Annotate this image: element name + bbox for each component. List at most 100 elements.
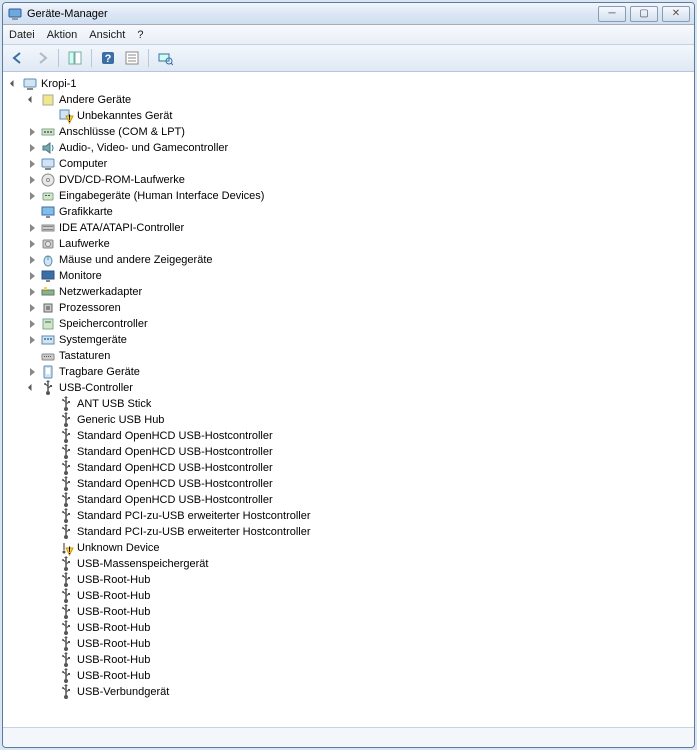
tree-node[interactable]: Unbekanntes Gerät bbox=[5, 108, 692, 124]
usb-icon bbox=[58, 444, 74, 460]
expand-arrow-icon[interactable] bbox=[27, 287, 38, 298]
tree-node[interactable]: Netzwerkadapter bbox=[5, 284, 692, 300]
expand-arrow-icon[interactable] bbox=[27, 159, 38, 170]
tree-node[interactable]: IDE ATA/ATAPI-Controller bbox=[5, 220, 692, 236]
usb-icon bbox=[58, 556, 74, 572]
usb-icon bbox=[58, 588, 74, 604]
tree-node[interactable]: USB-Massenspeichergerät bbox=[5, 556, 692, 572]
tree-node-label: Anschlüsse (COM & LPT) bbox=[59, 126, 185, 138]
expand-arrow-icon[interactable] bbox=[9, 79, 20, 90]
tree-node[interactable]: USB-Root-Hub bbox=[5, 668, 692, 684]
tree-node[interactable]: Andere Geräte bbox=[5, 92, 692, 108]
tree-spacer bbox=[45, 559, 56, 570]
expand-arrow-icon[interactable] bbox=[27, 303, 38, 314]
menu-file[interactable]: Datei bbox=[9, 29, 35, 41]
tree-node[interactable]: USB-Root-Hub bbox=[5, 572, 692, 588]
tree-node[interactable]: Standard PCI-zu-USB erweiterter Hostcont… bbox=[5, 524, 692, 540]
back-button[interactable] bbox=[7, 47, 29, 69]
mon-icon bbox=[40, 268, 56, 284]
expand-arrow-icon[interactable] bbox=[27, 239, 38, 250]
tree-node[interactable]: Tastaturen bbox=[5, 348, 692, 364]
tree-node[interactable]: Kropi-1 bbox=[5, 76, 692, 92]
tree-node-label: Mäuse und andere Zeigegeräte bbox=[59, 254, 213, 266]
properties-button[interactable] bbox=[121, 47, 143, 69]
usb-icon bbox=[58, 428, 74, 444]
tree-node[interactable]: Anschlüsse (COM & LPT) bbox=[5, 124, 692, 140]
scan-hardware-button[interactable] bbox=[154, 47, 176, 69]
tree-node[interactable]: Standard OpenHCD USB-Hostcontroller bbox=[5, 444, 692, 460]
tree-node-label: Andere Geräte bbox=[59, 94, 131, 106]
tree-node-label: Standard PCI-zu-USB erweiterter Hostcont… bbox=[77, 526, 311, 538]
titlebar[interactable]: Geräte-Manager ─ ▢ ✕ bbox=[3, 3, 694, 25]
expand-arrow-icon[interactable] bbox=[27, 319, 38, 330]
expand-arrow-icon[interactable] bbox=[27, 255, 38, 266]
tree-spacer bbox=[45, 399, 56, 410]
expand-arrow-icon[interactable] bbox=[27, 143, 38, 154]
expand-arrow-icon[interactable] bbox=[27, 383, 38, 394]
usbwarn-icon bbox=[58, 540, 74, 556]
tree-node[interactable]: Prozessoren bbox=[5, 300, 692, 316]
tree-node[interactable]: Monitore bbox=[5, 268, 692, 284]
tree-node-label: Grafikkarte bbox=[59, 206, 113, 218]
expand-arrow-icon[interactable] bbox=[27, 223, 38, 234]
expand-arrow-icon[interactable] bbox=[27, 191, 38, 202]
close-button[interactable]: ✕ bbox=[662, 6, 690, 22]
tree-node[interactable]: Speichercontroller bbox=[5, 316, 692, 332]
expand-arrow-icon[interactable] bbox=[27, 335, 38, 346]
tree-node-label: USB-Root-Hub bbox=[77, 606, 150, 618]
tree-node[interactable]: USB-Root-Hub bbox=[5, 588, 692, 604]
tree-node-label: Standard OpenHCD USB-Hostcontroller bbox=[77, 446, 273, 458]
disk-icon bbox=[40, 236, 56, 252]
mouse-icon bbox=[40, 252, 56, 268]
tree-node[interactable]: Standard OpenHCD USB-Hostcontroller bbox=[5, 428, 692, 444]
tree-node-label: Standard OpenHCD USB-Hostcontroller bbox=[77, 462, 273, 474]
maximize-button[interactable]: ▢ bbox=[630, 6, 658, 22]
expand-arrow-icon[interactable] bbox=[27, 271, 38, 282]
help-button[interactable]: ? bbox=[97, 47, 119, 69]
tree-node[interactable]: Mäuse und andere Zeigegeräte bbox=[5, 252, 692, 268]
tree-node[interactable]: Audio-, Video- und Gamecontroller bbox=[5, 140, 692, 156]
menu-view[interactable]: Ansicht bbox=[89, 29, 125, 41]
tree-spacer bbox=[45, 591, 56, 602]
usb-icon bbox=[58, 620, 74, 636]
tree-node[interactable]: Standard OpenHCD USB-Hostcontroller bbox=[5, 476, 692, 492]
tree-node-label: Kropi-1 bbox=[41, 78, 76, 90]
tree-node-label: Audio-, Video- und Gamecontroller bbox=[59, 142, 228, 154]
tree-node-label: USB-Massenspeichergerät bbox=[77, 558, 208, 570]
tree-node[interactable]: Eingabegeräte (Human Interface Devices) bbox=[5, 188, 692, 204]
tree-node[interactable]: Standard PCI-zu-USB erweiterter Hostcont… bbox=[5, 508, 692, 524]
expand-arrow-icon[interactable] bbox=[27, 367, 38, 378]
tree-node[interactable]: Tragbare Geräte bbox=[5, 364, 692, 380]
menu-action[interactable]: Aktion bbox=[47, 29, 78, 41]
usb-icon bbox=[58, 396, 74, 412]
tree-node[interactable]: Unknown Device bbox=[5, 540, 692, 556]
tree-node[interactable]: DVD/CD-ROM-Laufwerke bbox=[5, 172, 692, 188]
menu-help[interactable]: ? bbox=[137, 29, 143, 41]
tree-node[interactable]: USB-Controller bbox=[5, 380, 692, 396]
tree-node[interactable]: Computer bbox=[5, 156, 692, 172]
tree-node[interactable]: Grafikkarte bbox=[5, 204, 692, 220]
tree-node-label: ANT USB Stick bbox=[77, 398, 151, 410]
expand-arrow-icon[interactable] bbox=[27, 175, 38, 186]
tree-node[interactable]: Laufwerke bbox=[5, 236, 692, 252]
usb-icon bbox=[58, 572, 74, 588]
show-hide-tree-button[interactable] bbox=[64, 47, 86, 69]
tree-node[interactable]: USB-Root-Hub bbox=[5, 620, 692, 636]
tree-node[interactable]: USB-Verbundgerät bbox=[5, 684, 692, 700]
tree-node[interactable]: USB-Root-Hub bbox=[5, 604, 692, 620]
tree-node[interactable]: USB-Root-Hub bbox=[5, 636, 692, 652]
net-icon bbox=[40, 284, 56, 300]
tree-node[interactable]: Systemgeräte bbox=[5, 332, 692, 348]
tree-node[interactable]: Standard OpenHCD USB-Hostcontroller bbox=[5, 460, 692, 476]
expand-arrow-icon[interactable] bbox=[27, 127, 38, 138]
expand-arrow-icon[interactable] bbox=[27, 95, 38, 106]
tree-node[interactable]: Generic USB Hub bbox=[5, 412, 692, 428]
gfx-icon bbox=[40, 204, 56, 220]
minimize-button[interactable]: ─ bbox=[598, 6, 626, 22]
tree-node[interactable]: ANT USB Stick bbox=[5, 396, 692, 412]
usb-icon bbox=[58, 636, 74, 652]
tree-node[interactable]: USB-Root-Hub bbox=[5, 652, 692, 668]
forward-button[interactable] bbox=[31, 47, 53, 69]
tree-node[interactable]: Standard OpenHCD USB-Hostcontroller bbox=[5, 492, 692, 508]
device-tree[interactable]: Kropi-1 Andere Geräte Unbekanntes Gerät Ans… bbox=[3, 72, 694, 727]
